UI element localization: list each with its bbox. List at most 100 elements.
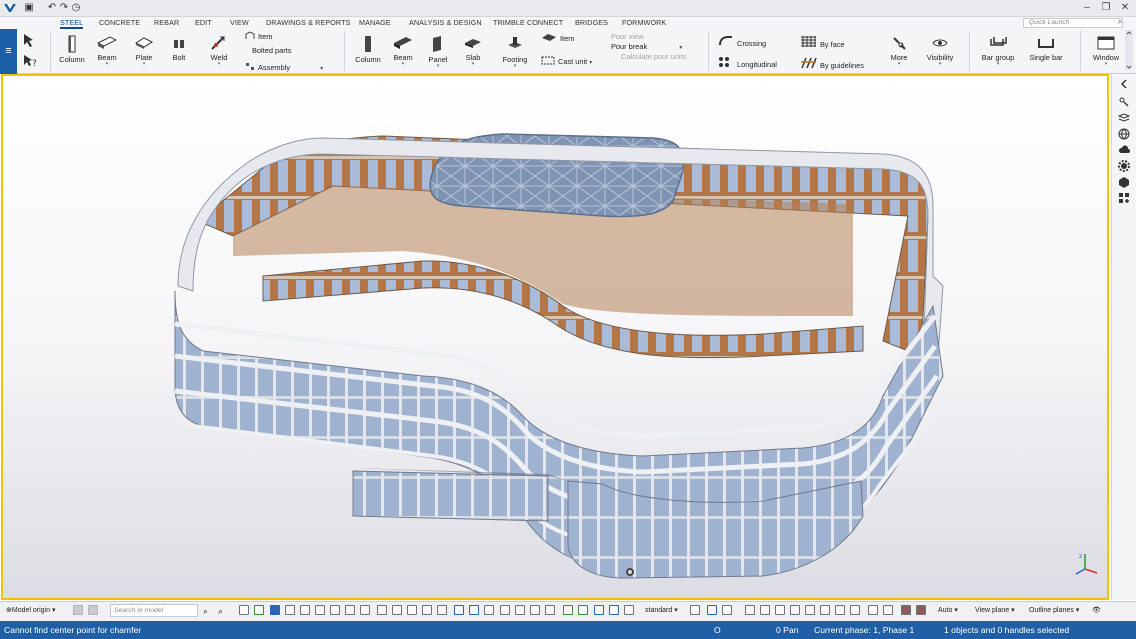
steel-item-button[interactable]: Item [245,31,272,42]
snap-7-icon[interactable] [469,605,479,615]
select-line-icon[interactable] [315,605,325,615]
snap-2-icon[interactable] [392,605,402,615]
snap-5-icon[interactable] [437,605,447,615]
snap-14-icon[interactable] [578,605,588,615]
layers-icon[interactable] [1118,112,1130,124]
search-filter-icon[interactable]: ⌕ [218,604,223,618]
select-weld-icon[interactable] [330,605,340,615]
view-plane-select[interactable]: View plane ▾ [975,604,1015,618]
visibility-button[interactable]: Visibility ▾ [922,35,958,67]
select-component-icon[interactable] [254,605,264,615]
window-button[interactable]: Window ▾ [1089,35,1123,67]
single-bar-button[interactable]: Single bar [1026,35,1066,62]
calculate-pour-units-button[interactable]: Calculate pour units [621,52,691,63]
undo-icon[interactable]: ↶ [46,2,58,14]
cloud-icon[interactable] [1118,144,1130,156]
assembly-button[interactable]: Assembly ▾ [245,62,323,73]
quick-launch-input[interactable]: Quick Launch [1023,18,1123,28]
draw-4-icon[interactable] [790,605,800,615]
search-model-input[interactable]: Search in model [110,604,198,617]
draw-8-icon[interactable] [850,605,860,615]
select-part-icon[interactable] [270,605,280,615]
select-arrow-icon[interactable] [22,33,36,47]
steel-column-button[interactable]: Column [56,35,88,64]
select-grid-icon[interactable] [300,605,310,615]
draw-1-icon[interactable] [745,605,755,615]
snap-17-icon[interactable] [624,605,634,615]
save-icon[interactable]: ▣ [23,2,35,14]
snap-6-icon[interactable] [454,605,464,615]
search-icon[interactable]: ⌕ [1118,17,1122,27]
steel-beam-button[interactable]: Beam ▾ [92,35,122,67]
ribbon-scroll-icon[interactable] [1124,30,1134,70]
property-icon[interactable] [1118,96,1130,108]
outline-planes-select[interactable]: Outline planes ▾ [1029,604,1079,618]
concrete-panel-button[interactable]: Panel ▾ [424,35,452,69]
steel-weld-button[interactable]: Weld ▾ [204,35,234,67]
select-assembly-icon[interactable] [285,605,295,615]
minimize-button[interactable]: – [1078,1,1096,15]
steel-plate-button[interactable]: Plate ▾ [129,35,159,67]
tab-concrete[interactable]: CONCRETE [99,17,140,29]
concrete-item-button[interactable]: Item [541,33,574,44]
draw-11-icon[interactable] [901,605,911,615]
select-tool-icon[interactable] [239,605,249,615]
tab-drawings-reports[interactable]: DRAWINGS & REPORTS [266,17,350,29]
cast-unit-button[interactable]: Cast unit ▾ [541,56,592,67]
select-cut-icon[interactable] [345,605,355,615]
crossing-button[interactable]: Crossing [718,35,766,48]
building-model[interactable]: z [3,76,1107,598]
restore-button[interactable]: ❐ [1097,1,1115,15]
concrete-slab-button[interactable]: Slab ▾ [459,35,487,67]
draw-5-icon[interactable] [805,605,815,615]
search-icon[interactable]: ⌕ [203,604,208,618]
auto-select[interactable]: Auto ▾ [938,604,958,618]
close-button[interactable]: ✕ [1116,1,1134,15]
snap-plane-icon[interactable] [707,605,717,615]
pour-break-button[interactable]: Pour break ▾ [611,41,682,52]
model-viewport[interactable]: z [1,74,1109,600]
draw-7-icon[interactable] [835,605,845,615]
select-query-icon[interactable]: ? [22,54,38,68]
more-button[interactable]: More ▾ [886,35,912,67]
snap-8-icon[interactable] [484,605,494,615]
origin-option-2-icon[interactable] [88,605,98,615]
origin-option-1-icon[interactable] [73,605,83,615]
gear-icon[interactable] [1118,160,1130,172]
concrete-beam-button[interactable]: Beam ▾ [388,35,418,67]
by-guidelines-button[interactable]: By guidelines [800,56,864,70]
snap-11-icon[interactable] [530,605,540,615]
tab-formwork[interactable]: FORMWORK [622,17,666,29]
snap-15-icon[interactable] [594,605,604,615]
snap-13-icon[interactable] [563,605,573,615]
history-icon[interactable]: ◷ [70,2,82,14]
bolted-parts-button[interactable]: Bolted parts [252,45,291,56]
cube-icon[interactable] [1118,176,1130,188]
side-menu-button[interactable]: ≡ [0,29,17,74]
steel-bolt-button[interactable]: Bolt [165,35,193,62]
snap-12-icon[interactable] [545,605,555,615]
status-phase[interactable]: Current phase: 1, Phase 1 [814,621,914,639]
draw-10-icon[interactable] [883,605,893,615]
draw-6-icon[interactable] [820,605,830,615]
snap-4-icon[interactable] [422,605,432,615]
snap-10-icon[interactable] [515,605,525,615]
snap-1-icon[interactable] [377,605,387,615]
settings-icon[interactable] [690,605,700,615]
draw-12-icon[interactable] [916,605,926,615]
tab-edit[interactable]: EDIT [195,17,212,29]
draw-3-icon[interactable] [775,605,785,615]
draw-2-icon[interactable] [760,605,770,615]
tab-view[interactable]: VIEW [230,17,249,29]
standard-select[interactable]: standard ▾ [645,604,678,618]
snap-9-icon[interactable] [500,605,510,615]
eye-toggle-icon[interactable]: 👁 [1092,604,1101,618]
globe-icon[interactable] [1118,128,1130,140]
bar-group-button[interactable]: Bar group ▾ [978,35,1018,67]
tab-bridges[interactable]: BRIDGES [575,17,608,29]
longitudinal-button[interactable]: Longitudinal [718,56,777,69]
eye-icon[interactable] [722,605,732,615]
tab-manage[interactable]: MANAGE [359,17,391,29]
by-face-button[interactable]: By face [800,35,845,49]
concrete-column-button[interactable]: Column [352,35,384,64]
